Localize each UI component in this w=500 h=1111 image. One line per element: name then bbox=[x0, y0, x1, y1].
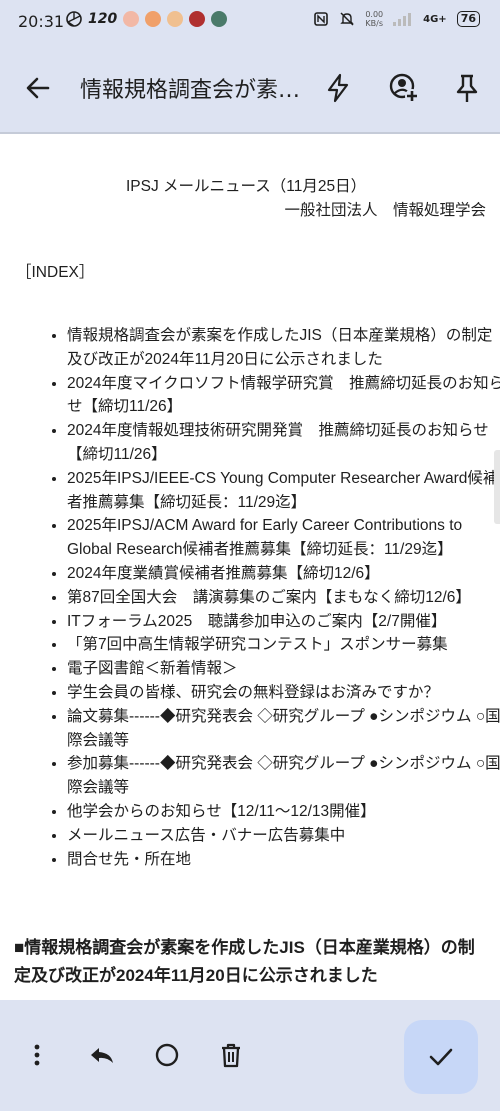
nfc-icon bbox=[314, 12, 329, 26]
signal-icon bbox=[393, 13, 412, 26]
network-type: 4G+ bbox=[423, 13, 447, 25]
pin-icon[interactable] bbox=[451, 72, 483, 104]
network-speed: 0.00 KB/s bbox=[365, 10, 383, 28]
index-item[interactable]: 参加募集------◆研究発表会 ◇研究グループ ●シンポジウム ○国際会議等 bbox=[67, 752, 500, 800]
index-label: ［INDEX］ bbox=[16, 264, 95, 281]
refresh-rate: 120 bbox=[88, 11, 118, 27]
done-button[interactable] bbox=[404, 1020, 478, 1094]
notification-icons: 120 bbox=[66, 11, 228, 27]
trash-icon[interactable] bbox=[214, 1038, 248, 1072]
app-notification-icon bbox=[167, 11, 184, 27]
app-notification-icon bbox=[123, 11, 140, 27]
index-item[interactable]: 情報規格調査会が素案を作成したJIS（日本産業規格）の制定及び改正が2024年1… bbox=[67, 324, 500, 372]
newsletter-sender: 一般社団法人 情報処理学会 bbox=[284, 202, 486, 219]
check-icon bbox=[429, 1048, 453, 1066]
section-heading: ■情報規格調査会が素案を作成したJIS（日本産業規格）の制定及び改正が2024年… bbox=[14, 938, 475, 985]
email-body[interactable]: IPSJ メールニュース（11月25日） 一般社団法人 情報処理学会 ［INDE… bbox=[0, 134, 500, 1000]
system-icons: 0.00 KB/s 4G+ 76 bbox=[313, 10, 480, 28]
index-item[interactable]: 第87回全国大会 講演募集のご案内【まもなく締切12/6】 bbox=[67, 586, 500, 610]
net-speed-value: 0.00 bbox=[365, 10, 384, 19]
index-item[interactable]: 2025年IPSJ/IEEE-CS Young Computer Researc… bbox=[67, 467, 500, 515]
bottom-action-bar bbox=[0, 1000, 500, 1111]
app-notification-icon bbox=[189, 11, 206, 27]
index-item[interactable]: 2024年度マイクロソフト情報学研究賞 推薦締切延長のお知らせ【締切11/26】 bbox=[67, 372, 500, 420]
index-item[interactable]: 2024年度業績賞候補者推薦募集【締切12/6】 bbox=[67, 562, 500, 586]
lightning-icon[interactable] bbox=[322, 72, 354, 104]
index-list: 情報規格調査会が素案を作成したJIS（日本産業規格）の制定及び改正が2024年1… bbox=[48, 324, 500, 871]
index-item[interactable]: 他学会からのお知らせ【12/11〜12/13開催】 bbox=[67, 800, 500, 824]
status-bar: 20:31 120 0.00 KB/s 4G+ 76 bbox=[0, 0, 500, 44]
reply-icon[interactable] bbox=[85, 1038, 119, 1072]
add-reminder-icon[interactable] bbox=[388, 72, 420, 104]
more-vertical-icon[interactable] bbox=[20, 1038, 54, 1072]
index-item[interactable]: ITフォーラム2025 聴講参加申込のご案内【2/7開催】 bbox=[67, 610, 500, 634]
index-item[interactable]: 問合せ先・所在地 bbox=[67, 848, 500, 872]
index-item[interactable]: 論文募集------◆研究発表会 ◇研究グループ ●シンポジウム ○国際会議等 bbox=[67, 705, 500, 753]
index-item[interactable]: 2024年度情報処理技術研究開発賞 推薦締切延長のお知らせ【締切11/26】 bbox=[67, 419, 500, 467]
status-time: 20:31 bbox=[18, 12, 65, 31]
pinwheel-icon bbox=[66, 11, 82, 27]
net-speed-unit: KB/s bbox=[365, 19, 384, 28]
index-item[interactable]: 2025年IPSJ/ACM Award for Early Career Con… bbox=[67, 514, 500, 562]
battery-level: 76 bbox=[456, 11, 480, 27]
index-item[interactable]: 電子図書館＜新着情報＞ bbox=[67, 657, 500, 681]
app-bar: 情報規格調査会が素案を作成したJIS（日本産業規格）の制定及び改正が2024年1… bbox=[0, 44, 500, 132]
page-title: 情報規格調査会が素案を作成したJIS（日本産業規格）の制定及び改正が2024年1… bbox=[80, 78, 310, 103]
app-notification-icon bbox=[145, 11, 162, 27]
arrow-left-icon[interactable] bbox=[22, 72, 54, 104]
index-item[interactable]: 学生会員の皆様、研究会の無料登録はお済みですか？ bbox=[67, 681, 500, 705]
mute-icon bbox=[340, 12, 355, 26]
edge-panel-handle[interactable] bbox=[494, 450, 500, 524]
index-item[interactable]: 「第7回中高生情報学研究コンテスト」スポンサー募集 bbox=[67, 633, 500, 657]
app-notification-icon bbox=[211, 11, 228, 27]
circle-icon[interactable] bbox=[150, 1038, 184, 1072]
index-item[interactable]: メールニュース広告・バナー広告募集中 bbox=[67, 824, 500, 848]
newsletter-header: IPSJ メールニュース（11月25日） bbox=[126, 178, 367, 195]
